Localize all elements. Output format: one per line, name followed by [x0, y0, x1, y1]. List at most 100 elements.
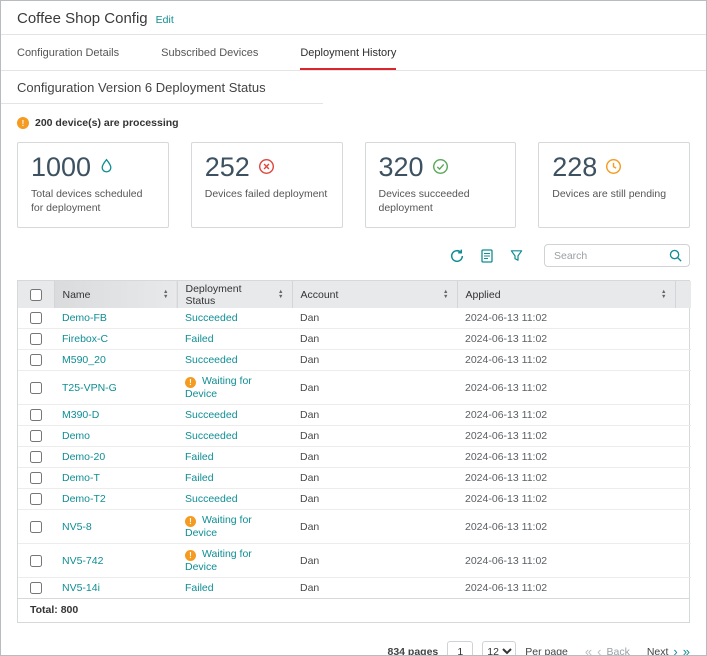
- stat-card-pending: 228 Devices are still pending: [538, 142, 690, 228]
- row-account: Dan: [292, 578, 457, 599]
- stat-card-total: 1000 Total devices scheduled for deploym…: [17, 142, 169, 228]
- table-toolbar: [17, 244, 690, 267]
- row-applied: 2024-06-13 11:02: [457, 510, 675, 544]
- prev-page-icon[interactable]: ‹: [597, 645, 601, 656]
- sort-icon-applied[interactable]: [655, 290, 666, 299]
- status-warning-icon: [185, 550, 196, 561]
- deployment-status-text: Failed: [185, 451, 214, 463]
- table-row: Demo-T Failed Dan 2024-06-13 11:02: [18, 468, 691, 489]
- success-circle-check-icon: [432, 158, 449, 175]
- devices-table: Name Deployment Status Account Applied D…: [17, 280, 690, 623]
- refresh-icon[interactable]: [449, 248, 465, 264]
- row-checkbox[interactable]: [30, 555, 42, 567]
- device-name-link[interactable]: Demo: [62, 430, 90, 442]
- row-checkbox[interactable]: [30, 430, 42, 442]
- row-checkbox[interactable]: [30, 409, 42, 421]
- next-page-button[interactable]: Next: [647, 646, 669, 656]
- row-account: Dan: [292, 447, 457, 468]
- device-name-link[interactable]: NV5-8: [62, 521, 92, 533]
- table-row: M590_20 Succeeded Dan 2024-06-13 11:02: [18, 350, 691, 371]
- row-account: Dan: [292, 510, 457, 544]
- search-icon[interactable]: [668, 248, 683, 263]
- stat-label-failed: Devices failed deployment: [205, 187, 329, 201]
- row-spacer: [675, 447, 691, 468]
- row-checkbox[interactable]: [30, 582, 42, 594]
- tab-subscribed-devices[interactable]: Subscribed Devices: [161, 47, 258, 70]
- sort-icon-status[interactable]: [272, 290, 283, 299]
- device-name-link[interactable]: Demo-20: [62, 451, 105, 463]
- row-applied: 2024-06-13 11:02: [457, 489, 675, 510]
- status-warning-icon: [185, 516, 196, 527]
- row-spacer: [675, 468, 691, 489]
- device-name-link[interactable]: Demo-T2: [62, 493, 106, 505]
- row-checkbox[interactable]: [30, 354, 42, 366]
- row-applied: 2024-06-13 11:02: [457, 371, 675, 405]
- table-row: Demo-T2 Succeeded Dan 2024-06-13 11:02: [18, 489, 691, 510]
- row-applied: 2024-06-13 11:02: [457, 468, 675, 489]
- table-row: NV5-8 Waiting for Device Dan 2024-06-13 …: [18, 510, 691, 544]
- row-applied: 2024-06-13 11:02: [457, 405, 675, 426]
- first-page-icon[interactable]: «: [585, 645, 592, 656]
- row-checkbox[interactable]: [30, 333, 42, 345]
- sort-icon-account[interactable]: [437, 290, 448, 299]
- row-checkbox[interactable]: [30, 382, 42, 394]
- row-spacer: [675, 510, 691, 544]
- filter-icon[interactable]: [509, 248, 524, 263]
- row-applied: 2024-06-13 11:02: [457, 447, 675, 468]
- row-checkbox[interactable]: [30, 493, 42, 505]
- sort-icon-name[interactable]: [157, 290, 168, 299]
- tab-deployment-history[interactable]: Deployment History: [300, 47, 396, 70]
- last-page-icon[interactable]: »: [683, 645, 690, 656]
- prev-page-button[interactable]: Back: [606, 646, 629, 656]
- row-checkbox[interactable]: [30, 312, 42, 324]
- table-row: NV5-742 Waiting for Device Dan 2024-06-1…: [18, 544, 691, 578]
- stat-label-pending: Devices are still pending: [552, 187, 676, 201]
- stat-label-total: Total devices scheduled for deployment: [31, 187, 155, 215]
- row-checkbox[interactable]: [30, 472, 42, 484]
- table-row: Demo-FB Succeeded Dan 2024-06-13 11:02: [18, 308, 691, 329]
- page-number-input[interactable]: [447, 641, 473, 656]
- pages-count: 834 pages: [387, 646, 438, 656]
- select-all-checkbox[interactable]: [30, 289, 42, 301]
- processing-notice-text: 200 device(s) are processing: [35, 117, 179, 129]
- device-name-link[interactable]: T25-VPN-G: [62, 382, 117, 394]
- edit-link[interactable]: Edit: [156, 14, 174, 26]
- row-spacer: [675, 350, 691, 371]
- per-page-select[interactable]: 12: [482, 641, 516, 656]
- total-count: Total: 800: [18, 598, 689, 622]
- device-name-link[interactable]: M390-D: [62, 409, 99, 421]
- spacer-column: [675, 281, 691, 308]
- row-spacer: [675, 308, 691, 329]
- table-row: Demo Succeeded Dan 2024-06-13 11:02: [18, 426, 691, 447]
- device-name-link[interactable]: M590_20: [62, 354, 106, 366]
- row-account: Dan: [292, 468, 457, 489]
- stat-card-succeeded: 320 Devices succeeded deployment: [365, 142, 517, 228]
- table-header-row: Name Deployment Status Account Applied: [18, 281, 691, 308]
- next-page-icon[interactable]: ›: [673, 645, 677, 656]
- row-checkbox[interactable]: [30, 451, 42, 463]
- device-name-link[interactable]: Demo-FB: [62, 312, 107, 324]
- table-row: Firebox-C Failed Dan 2024-06-13 11:02: [18, 329, 691, 350]
- row-spacer: [675, 578, 691, 599]
- device-name-link[interactable]: NV5-14i: [62, 582, 100, 594]
- row-checkbox[interactable]: [30, 521, 42, 533]
- device-name-link[interactable]: Firebox-C: [62, 333, 108, 345]
- failed-circle-x-icon: [258, 158, 275, 175]
- row-spacer: [675, 329, 691, 350]
- row-applied: 2024-06-13 11:02: [457, 544, 675, 578]
- processing-notice: 200 device(s) are processing: [17, 117, 690, 129]
- status-warning-icon: [185, 377, 196, 388]
- device-name-link[interactable]: Demo-T: [62, 472, 100, 484]
- per-page-label: Per page: [525, 646, 568, 656]
- export-csv-icon[interactable]: [479, 248, 495, 264]
- row-account: Dan: [292, 405, 457, 426]
- section-title-bar: Configuration Version 6 Deployment Statu…: [1, 71, 706, 104]
- column-header-status: Deployment Status: [186, 283, 273, 307]
- device-name-link[interactable]: NV5-742: [62, 555, 103, 567]
- table-row: T25-VPN-G Waiting for Device Dan 2024-06…: [18, 371, 691, 405]
- column-header-name: Name: [63, 289, 91, 301]
- tab-configuration-details[interactable]: Configuration Details: [17, 47, 119, 70]
- row-applied: 2024-06-13 11:02: [457, 578, 675, 599]
- deployment-status-text: Succeeded: [185, 312, 238, 324]
- column-header-applied: Applied: [466, 289, 501, 301]
